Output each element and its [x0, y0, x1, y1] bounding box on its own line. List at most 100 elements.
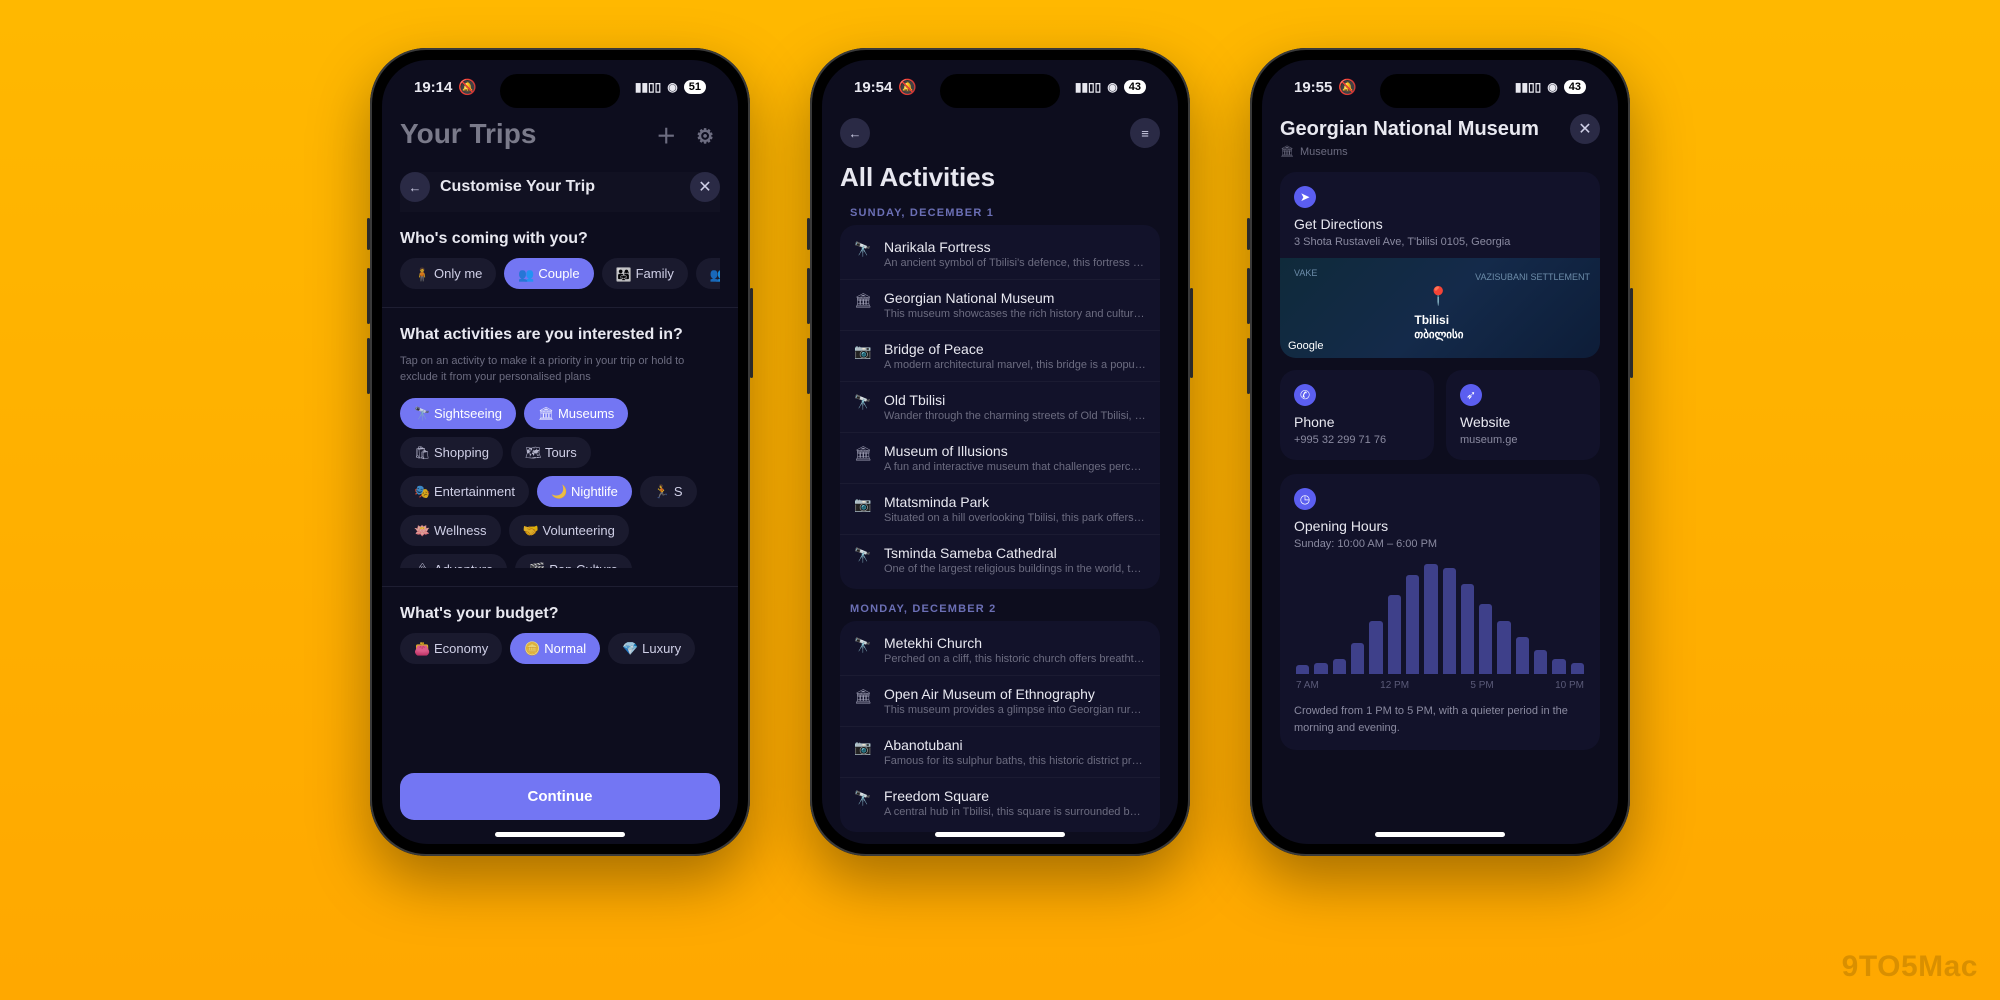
binoculars-icon: 🔭 — [854, 547, 872, 564]
activity-chip-volunteering[interactable]: 🤝Volunteering — [509, 515, 629, 546]
binoculars-icon: 🔭 — [854, 790, 872, 807]
axis-tick: 10 PM — [1555, 680, 1584, 691]
activity-title: Museum of Illusions — [884, 443, 1146, 459]
activity-title: Georgian National Museum — [884, 290, 1146, 306]
axis-tick: 12 PM — [1380, 680, 1409, 691]
activity-item[interactable]: 🏛Museum of IllusionsA fun and interactiv… — [840, 433, 1160, 484]
activity-item[interactable]: 🏛Open Air Museum of EthnographyThis muse… — [840, 676, 1160, 727]
activity-title: Bridge of Peace — [884, 341, 1146, 357]
activity-chip-shopping[interactable]: 🛍 Shopping — [400, 437, 503, 468]
hours-bar — [1388, 595, 1401, 674]
sheet-title: Customise Your Trip — [440, 178, 680, 196]
battery-badge: 43 — [1564, 80, 1586, 94]
hours-bar — [1461, 584, 1474, 674]
budget-chip-economy[interactable]: 👛Economy — [400, 633, 502, 664]
close-button[interactable]: ✕ — [690, 172, 720, 202]
battery-badge: 43 — [1124, 80, 1146, 94]
map-icon: 🗺 — [525, 445, 539, 459]
binoculars-icon: 🔭 — [854, 394, 872, 411]
activity-chip-wellness[interactable]: 🪷Wellness — [400, 515, 501, 546]
activity-title: Mtatsminda Park — [884, 494, 1146, 510]
silent-icon: 🔕 — [1338, 78, 1357, 96]
close-button[interactable]: ✕ — [1570, 114, 1600, 144]
website-card[interactable]: ➶ Website museum.ge — [1446, 370, 1600, 460]
place-title: Georgian National Museum — [1280, 118, 1539, 141]
hours-bar — [1351, 643, 1364, 674]
phone-detail: 19:55 🔕 ▮▮▯▯ ◉ 43 Georgian National Muse… — [1250, 48, 1630, 856]
home-indicator[interactable] — [1375, 832, 1505, 837]
activity-item[interactable]: 📷Mtatsminda ParkSituated on a hill overl… — [840, 484, 1160, 535]
clap-icon: 🎬 — [529, 562, 543, 568]
activity-chip-tours[interactable]: 🗺 Tours — [511, 437, 591, 468]
activity-title: Abanotubani — [884, 737, 1146, 753]
activity-item[interactable]: 🔭Old TbilisiWander through the charming … — [840, 382, 1160, 433]
who-chip-family[interactable]: 👨‍👩‍👧Family — [602, 258, 688, 289]
wallet-icon: 👛 — [414, 641, 428, 655]
activity-item[interactable]: 🔭Metekhi ChurchPerched on a cliff, this … — [840, 625, 1160, 676]
home-indicator[interactable] — [935, 832, 1065, 837]
phone-card[interactable]: ✆ Phone +995 32 299 71 76 — [1280, 370, 1434, 460]
binoculars-icon: 🔭 — [414, 406, 428, 420]
museum-icon: 🏛 — [854, 292, 872, 309]
budget-chip-luxury[interactable]: 💎Luxury — [608, 633, 695, 664]
phone-activities: 19:54 🔕 ▮▮▯▯ ◉ 43 ← ≡ All Activities SUN… — [810, 48, 1190, 856]
question-activities: What activities are you interested in? — [400, 326, 720, 344]
watermark: 9TO5Mac — [1842, 950, 1978, 984]
chip-label: Family — [636, 266, 674, 281]
chip-label: Adventure — [434, 562, 493, 568]
filter-button[interactable]: ≡ — [1130, 118, 1160, 148]
camera-icon: 📷 — [854, 496, 872, 513]
settings-button[interactable]: ⚙ — [690, 122, 720, 152]
wifi-icon: ◉ — [667, 80, 677, 94]
activity-desc: This museum provides a glimpse into Geor… — [884, 704, 1146, 716]
chip-label: Sightseeing — [434, 406, 502, 421]
moon-icon: 🌙 — [551, 484, 565, 498]
home-indicator[interactable] — [495, 832, 625, 837]
activity-item[interactable]: 📷AbanotubaniFamous for its sulphur baths… — [840, 727, 1160, 778]
hours-bar — [1516, 637, 1529, 674]
directions-card[interactable]: ➤ Get Directions 3 Shota Rustaveli Ave, … — [1280, 172, 1600, 358]
activity-chip-adventure[interactable]: 🏔 Adventure — [400, 554, 507, 568]
back-button[interactable]: ← — [840, 118, 870, 148]
activity-chip-s[interactable]: 🏃S — [640, 476, 697, 507]
back-button[interactable]: ← — [400, 172, 430, 202]
add-trip-button[interactable]: ＋ — [650, 122, 682, 152]
chip-label: Tours — [545, 445, 577, 460]
wifi-icon: ◉ — [1107, 80, 1117, 94]
hours-bar — [1552, 659, 1565, 674]
activity-list: 🔭Metekhi ChurchPerched on a cliff, this … — [840, 621, 1160, 832]
bag-icon: 🛍 — [414, 445, 428, 459]
status-time: 19:55 — [1294, 79, 1332, 96]
activity-chip-nightlife[interactable]: 🌙 Nightlife — [537, 476, 632, 507]
signal-icon: ▮▮▯▯ — [1515, 80, 1541, 94]
chip-label: Shopping — [434, 445, 489, 460]
activity-chip-entertainment[interactable]: 🎭 Entertainment — [400, 476, 529, 507]
budget-chip-normal[interactable]: 🪙Normal — [510, 633, 600, 664]
battery-badge: 51 — [684, 80, 706, 94]
binoculars-icon: 🔭 — [854, 241, 872, 258]
activity-item[interactable]: 📷Bridge of PeaceA modern architectural m… — [840, 331, 1160, 382]
continue-button[interactable]: Continue — [400, 773, 720, 820]
activity-title: Tsminda Sameba Cathedral — [884, 545, 1146, 561]
who-chip-frie-[interactable]: 👥Frie… — [696, 258, 720, 289]
activity-item[interactable]: 🔭Freedom SquareA central hub in Tbilisi,… — [840, 778, 1160, 828]
mountain-icon: 🏔 — [414, 562, 428, 568]
directions-address: 3 Shota Rustaveli Ave, T'bilisi 0105, Ge… — [1294, 236, 1586, 248]
who-chip-only-me[interactable]: 🧍Only me — [400, 258, 496, 289]
activity-item[interactable]: 🏛Georgian National MuseumThis museum sho… — [840, 280, 1160, 331]
status-time: 19:54 — [854, 79, 892, 96]
directions-icon: ➤ — [1294, 186, 1316, 208]
masks-icon: 🎭 — [414, 484, 428, 498]
activity-item[interactable]: 🔭 Tsminda Sameba Cathedral One of the larg… — [840, 535, 1160, 585]
chip-label: Nightlife — [571, 484, 618, 499]
activity-chip-sightseeing[interactable]: 🔭 Sightseeing — [400, 398, 516, 429]
activity-item[interactable]: 🔭Narikala FortressAn ancient symbol of T… — [840, 229, 1160, 280]
activity-desc: Wander through the charming streets of O… — [884, 410, 1146, 422]
map-preview[interactable]: VAKE VAZISUBANI SETTLEMENT 📍 Tbilisi თბი… — [1280, 258, 1600, 358]
activity-chip-museums[interactable]: 🏛Museums — [524, 398, 628, 429]
activity-chip-pop-culture[interactable]: 🎬Pop Culture — [515, 554, 632, 568]
who-chip-couple[interactable]: 👥Couple — [504, 258, 593, 289]
chip-label: Entertainment — [434, 484, 515, 499]
museum-icon: 🏛 — [854, 688, 872, 705]
activity-desc: One of the largest religious buildings i… — [884, 563, 1146, 575]
